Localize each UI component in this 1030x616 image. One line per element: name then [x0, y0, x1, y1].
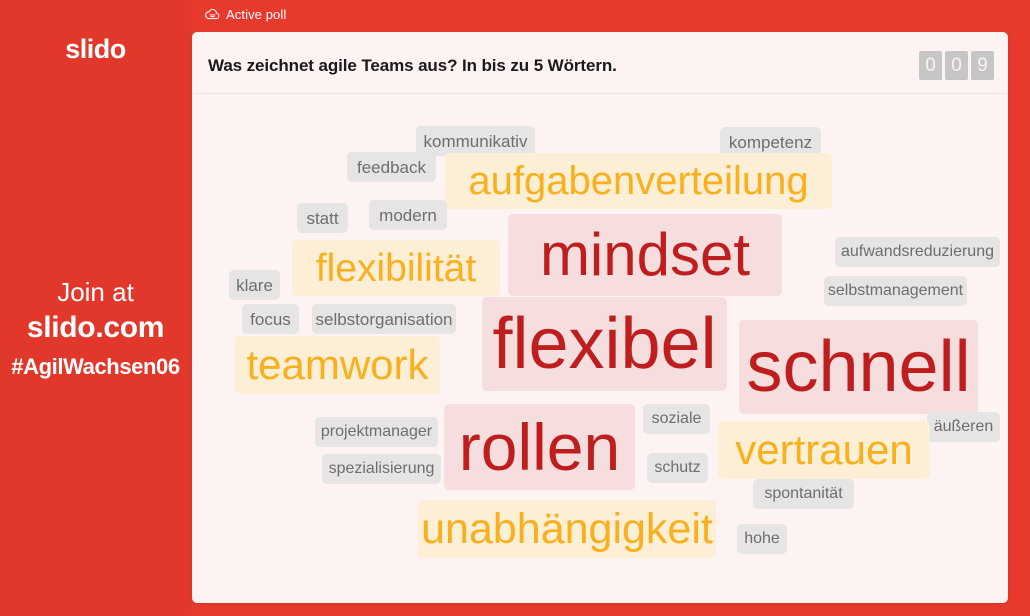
word-cloud-item: hohe — [737, 524, 787, 554]
word-cloud-item: klare — [229, 270, 280, 300]
active-poll-status: Active poll — [205, 7, 286, 22]
join-url: slido.com — [26, 310, 165, 344]
sidebar: slido Join at slido.com #AgilWachsen06 — [0, 0, 191, 616]
word-cloud-item: flexibel — [482, 297, 727, 391]
word-cloud: kommunikativ kompetenz feedback aufgabenver… — [192, 94, 1008, 602]
word-cloud-item: rollen — [444, 404, 635, 490]
word-cloud-item: focus — [242, 304, 299, 334]
word-cloud-item: aufgabenverteilung — [445, 153, 832, 209]
word-cloud-item: schutz — [647, 453, 708, 483]
poll-card-header: Was zeichnet agile Teams aus? In bis zu … — [192, 32, 1008, 94]
slido-logo: slido — [65, 34, 126, 64]
word-cloud-item: soziale — [643, 404, 710, 434]
join-instructions: Join at slido.com #AgilWachsen06 — [0, 277, 191, 380]
word-cloud-item: kommunikativ — [416, 126, 535, 156]
word-cloud-item: feedback — [347, 152, 436, 182]
counter-digit-1: 0 — [945, 51, 968, 80]
word-cloud-item: flexibilität — [292, 240, 500, 296]
slido-presentation-screen: slido Join at slido.com #AgilWachsen06 A… — [0, 0, 1030, 616]
word-cloud-item: spezialisierung — [322, 454, 441, 484]
word-cloud-item: spontanität — [753, 479, 854, 509]
poll-question: Was zeichnet agile Teams aus? In bis zu … — [208, 56, 617, 75]
word-cloud-item: selbstorganisation — [312, 304, 456, 334]
active-poll-label: Active poll — [226, 7, 287, 22]
word-cloud-item: vertrauen — [718, 421, 930, 479]
join-at-label: Join at — [57, 277, 134, 307]
event-hashtag: #AgilWachsen06 — [11, 354, 180, 380]
word-cloud-item: mindset — [508, 214, 782, 296]
word-cloud-item: teamwork — [235, 336, 440, 394]
poll-card: Was zeichnet agile Teams aus? In bis zu … — [192, 32, 1008, 603]
word-cloud-item: schnell — [739, 320, 978, 414]
word-cloud-item: äußeren — [927, 412, 1000, 442]
poll-cloud-icon — [205, 7, 220, 22]
word-cloud-item: statt — [297, 203, 348, 233]
counter-digit-0: 0 — [919, 51, 942, 80]
word-cloud-item: projektmanager — [315, 417, 438, 447]
word-cloud-item: aufwandsreduzierung — [835, 237, 1000, 267]
counter-digit-2: 9 — [971, 51, 994, 80]
word-cloud-item: modern — [369, 200, 447, 230]
word-cloud-item: unabhängigkeit — [418, 500, 716, 558]
word-cloud-item: selbstmanagement — [824, 276, 967, 306]
response-counter: 009 — [919, 51, 994, 80]
